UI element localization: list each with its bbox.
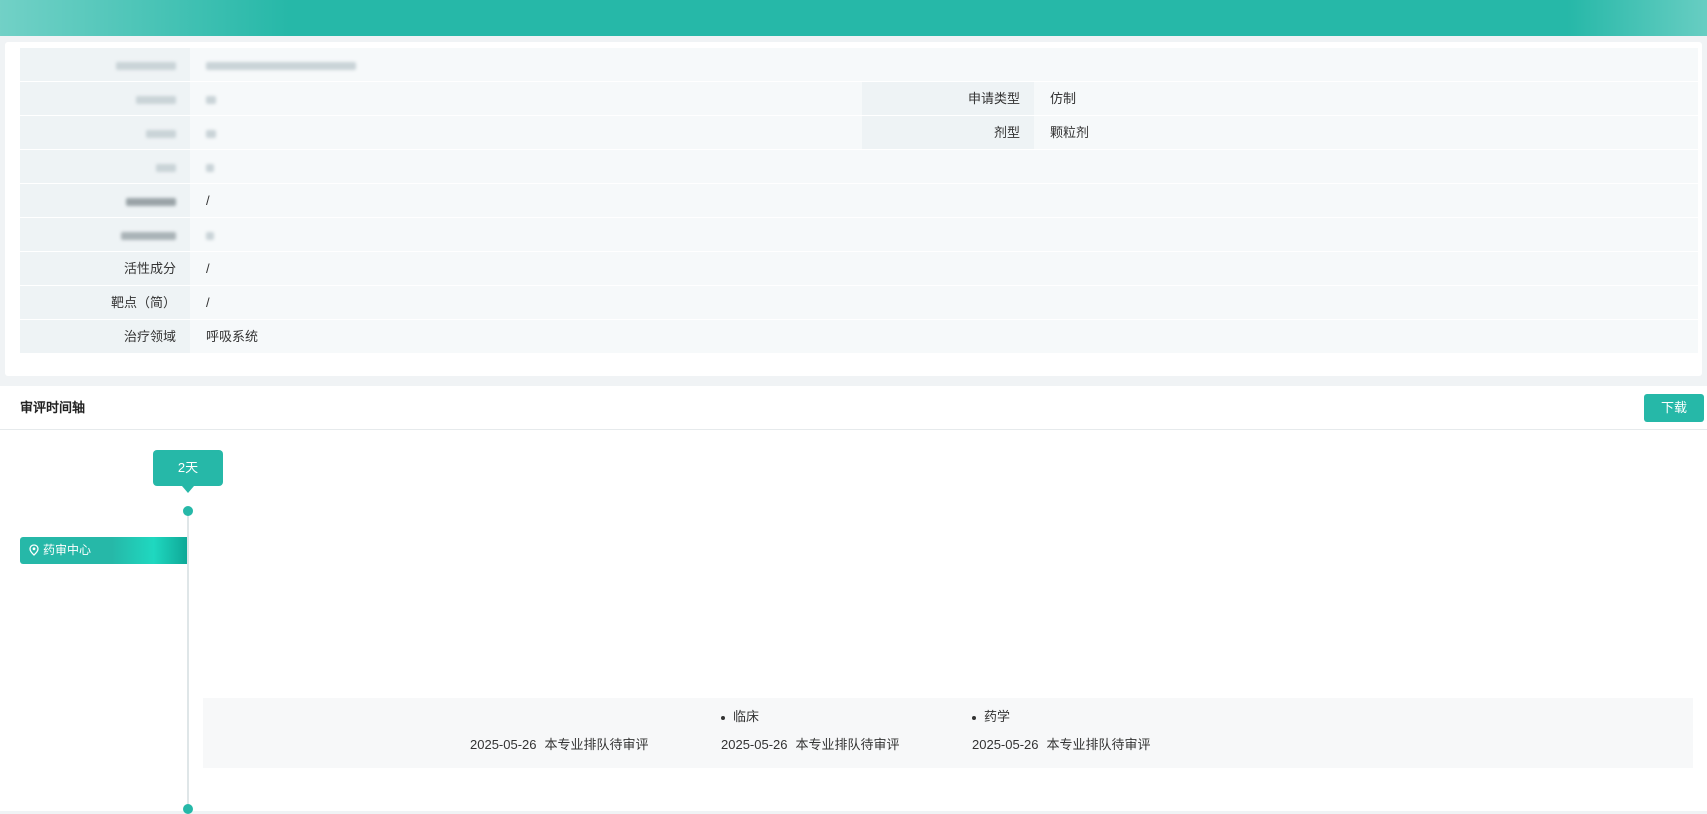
info-row <box>20 48 1698 82</box>
info-value-target: / <box>190 286 1698 319</box>
obscured-text <box>116 61 176 70</box>
info-row: / <box>20 184 1698 218</box>
obscured-text <box>206 231 214 240</box>
location-pin-icon <box>29 544 39 556</box>
duration-tag-pointer <box>182 486 194 493</box>
timeline-node-label: 药审中心 <box>43 543 92 557</box>
obscured-text <box>146 129 176 138</box>
timeline-dot <box>183 804 193 814</box>
info-value-dosage-form: 颗粒剂 <box>1034 116 1698 149</box>
info-row: 治疗领域 呼吸系统 <box>20 320 1698 354</box>
status-line: 2025-05-26 本专业排队待审评 <box>972 734 1151 753</box>
info-value: / <box>190 184 1698 217</box>
obscured-text <box>206 129 216 138</box>
header-fade-left <box>0 0 290 36</box>
review-status-box: 2025-05-26 本专业排队待审评 临床 2025-05-26 本专业排队待审评… <box>203 698 1693 768</box>
info-label <box>20 116 190 149</box>
status-text: 本专业排队待审评 <box>1046 737 1151 752</box>
status-date: 2025-05-26 <box>972 737 1039 752</box>
info-value <box>190 150 1698 183</box>
status-text: 本专业排队待审评 <box>544 737 649 752</box>
obscured-text <box>126 197 176 206</box>
obscured-text <box>206 95 216 104</box>
status-column-pharmacy: 药学 2025-05-26 本专业排队待审评 <box>972 706 1151 753</box>
info-label <box>20 82 190 115</box>
obscured-text <box>156 163 176 172</box>
info-value-therapeutic-area: 呼吸系统 <box>190 320 1698 353</box>
status-date: 2025-05-26 <box>721 737 788 752</box>
info-row <box>20 218 1698 252</box>
info-label-dosage-form: 剂型 <box>862 116 1034 149</box>
info-label-therapeutic-area: 治疗领域 <box>20 320 190 353</box>
info-row <box>20 150 1698 184</box>
info-row: 活性成分 / <box>20 252 1698 286</box>
header-fade-right <box>1567 0 1707 36</box>
status-column-head: 药学 <box>972 706 1151 728</box>
info-row: 剂型 颗粒剂 <box>20 116 1698 150</box>
status-head-label: 临床 <box>733 709 760 724</box>
info-label <box>20 184 190 217</box>
download-button[interactable]: 下载 <box>1644 394 1704 422</box>
status-line: 2025-05-26 本专业排队待审评 <box>470 734 649 753</box>
timeline-axis-line <box>187 512 189 812</box>
drug-info-card: 申请类型 仿制 剂型 颗粒剂 / 活性成分 / 靶点（简） / 治疗领域 呼吸系… <box>5 42 1702 376</box>
status-column: 2025-05-26 本专业排队待审评 <box>470 706 649 753</box>
info-value-active-ingredient: / <box>190 252 1698 285</box>
obscured-text <box>206 61 356 70</box>
info-value <box>190 48 1698 81</box>
status-head-label: 药学 <box>984 709 1011 724</box>
status-line: 2025-05-26 本专业排队待审评 <box>721 734 900 753</box>
bullet-icon <box>721 715 725 720</box>
status-column-clinical: 临床 2025-05-26 本专业排队待审评 <box>721 706 900 753</box>
status-column-head: 临床 <box>721 706 900 728</box>
obscured-text <box>136 95 176 104</box>
top-header-bar <box>0 0 1707 36</box>
info-label-target: 靶点（简） <box>20 286 190 319</box>
info-row: 申请类型 仿制 <box>20 82 1698 116</box>
info-label <box>20 48 190 81</box>
info-value <box>190 218 1698 251</box>
timeline-header: 审评时间轴 下载 <box>0 386 1707 430</box>
info-label <box>20 218 190 251</box>
info-label-active-ingredient: 活性成分 <box>20 252 190 285</box>
bullet-icon <box>972 715 976 720</box>
obscured-text <box>206 163 214 172</box>
info-row: 靶点（简） / <box>20 286 1698 320</box>
timeline-title: 审评时间轴 <box>20 400 86 415</box>
status-column-head <box>470 706 649 728</box>
review-timeline-card: 审评时间轴 下载 2天 药审中心 2025-05-26 本专业排队待审评 临床 2… <box>0 386 1707 814</box>
status-date: 2025-05-26 <box>470 737 537 752</box>
info-value-application-type: 仿制 <box>1034 82 1698 115</box>
status-text: 本专业排队待审评 <box>795 737 900 752</box>
duration-tag: 2天 <box>153 450 223 486</box>
timeline-dot <box>183 506 193 516</box>
timeline-node-cde[interactable]: 药审中心 <box>20 537 187 564</box>
obscured-text <box>121 231 176 240</box>
info-label <box>20 150 190 183</box>
info-label-application-type: 申请类型 <box>862 82 1034 115</box>
